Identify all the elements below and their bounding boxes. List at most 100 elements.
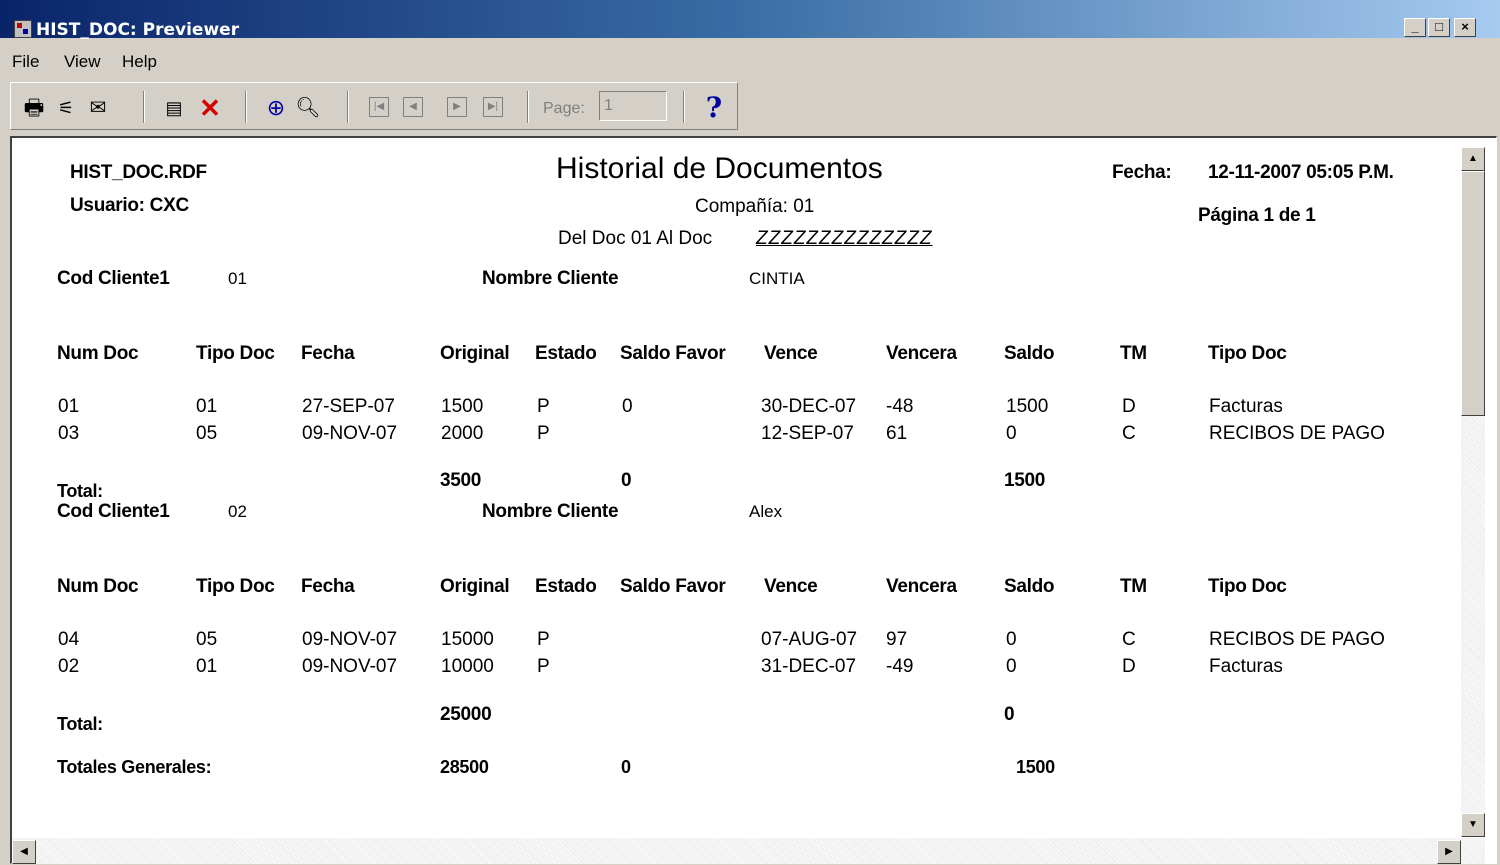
printer-icon[interactable]: 🖶	[21, 95, 47, 121]
col-fecha: Fecha	[301, 343, 355, 364]
minimize-button[interactable]: _	[1404, 18, 1426, 37]
client-name-label: Nombre Cliente	[482, 501, 619, 522]
cell-tm: C	[1122, 629, 1136, 650]
horizontal-scrollbar[interactable]	[12, 838, 1485, 864]
cell-original: 15000	[441, 629, 494, 650]
col-tipo-doc-desc: Tipo Doc	[1208, 343, 1287, 364]
close-window-button[interactable]: ×	[1454, 18, 1476, 37]
cell-saldo: 0	[1006, 629, 1017, 650]
col-tipo-doc: Tipo Doc	[196, 576, 275, 597]
toolbar-separator	[245, 91, 247, 123]
toolbar-separator	[347, 91, 349, 123]
total-saldo-favor: 0	[621, 470, 632, 491]
first-page-icon[interactable]: |◀	[369, 97, 389, 117]
col-tm: TM	[1120, 576, 1147, 597]
col-saldo-favor: Saldo Favor	[620, 576, 726, 597]
client-name-label: Nombre Cliente	[482, 268, 619, 289]
help-question-icon[interactable]: ?	[701, 94, 727, 122]
col-num-doc: Num Doc	[57, 576, 139, 597]
cell-tipo-desc: Facturas	[1209, 656, 1283, 677]
cell-tm: D	[1122, 656, 1136, 677]
cell-fecha: 27-SEP-07	[302, 396, 395, 417]
report-page-count: Página 1 de 1	[1198, 205, 1316, 226]
print-setup-icon[interactable]: ⚟	[53, 95, 79, 121]
menu-help[interactable]: Help	[122, 52, 157, 72]
cell-tipo-doc: 05	[196, 423, 218, 444]
mail-icon[interactable]: ✉	[85, 95, 111, 121]
report-range-end: ZZZZZZZZZZZZZZ	[756, 228, 933, 249]
cell-vencera: 61	[886, 423, 908, 444]
cell-vence: 12-SEP-07	[761, 423, 854, 444]
col-vence: Vence	[764, 576, 818, 597]
cell-tipo-doc: 01	[196, 396, 218, 417]
scroll-left-icon[interactable]: ◀	[12, 840, 36, 864]
cell-original: 2000	[441, 423, 484, 444]
cell-original: 1500	[441, 396, 484, 417]
col-tipo-doc: Tipo Doc	[196, 343, 275, 364]
col-vence: Vence	[764, 343, 818, 364]
vertical-scroll-thumb[interactable]	[1461, 171, 1485, 416]
cell-estado: P	[537, 656, 550, 677]
cell-estado: P	[537, 423, 550, 444]
report-range-prefix: Del Doc 01 Al Doc	[558, 228, 713, 249]
total-label: Total:	[57, 714, 103, 734]
grand-total-saldo-favor: 0	[621, 757, 631, 777]
col-tipo-doc-desc: Tipo Doc	[1208, 576, 1287, 597]
cell-vencera: -48	[886, 396, 914, 417]
page-number-input[interactable]	[599, 91, 667, 121]
scroll-right-icon[interactable]: ▶	[1437, 840, 1461, 864]
cell-original: 10000	[441, 656, 494, 677]
next-page-icon[interactable]: ▶	[447, 97, 467, 117]
client-code-value: 01	[228, 269, 247, 288]
grand-total-saldo: 1500	[1016, 757, 1055, 777]
cell-tipo-doc: 05	[196, 629, 218, 650]
scroll-down-icon[interactable]: ▼	[1461, 813, 1485, 837]
cell-saldo: 1500	[1006, 396, 1049, 417]
report-date-label: Fecha:	[1112, 162, 1172, 183]
total-original: 25000	[440, 704, 492, 725]
title-bar: HIST_DOC: Previewer _ □ ×	[0, 0, 1500, 40]
close-red-x-icon[interactable]: ✕	[197, 95, 223, 121]
cell-tipo-desc: RECIBOS DE PAGO	[1209, 629, 1385, 650]
report-date-value: 12-11-2007 05:05 P.M.	[1208, 162, 1394, 183]
zoom-in-icon[interactable]: ⊕	[263, 95, 289, 121]
cell-tm: D	[1122, 396, 1136, 417]
cell-vencera: 97	[886, 629, 908, 650]
cell-num-doc: 03	[58, 423, 80, 444]
client-code-value: 02	[228, 502, 247, 521]
cell-fecha: 09-NOV-07	[302, 656, 398, 677]
cell-tm: C	[1122, 423, 1136, 444]
toolbar-separator	[683, 91, 685, 123]
col-original: Original	[440, 343, 510, 364]
zoom-out-icon[interactable]: 🔍︎	[295, 95, 321, 121]
cell-vence: 07-AUG-07	[761, 629, 858, 650]
client-name-value: Alex	[749, 502, 783, 521]
total-saldo: 0	[1004, 704, 1015, 725]
new-window-icon[interactable]: ▤	[161, 95, 187, 121]
col-estado: Estado	[535, 576, 597, 597]
cell-vencera: -49	[886, 656, 914, 677]
menu-view[interactable]: View	[64, 52, 101, 72]
previous-page-icon[interactable]: ◀	[403, 97, 423, 117]
col-vencera: Vencera	[886, 343, 957, 364]
cell-num-doc: 04	[58, 629, 80, 650]
report-title: Historial de Documentos	[556, 152, 883, 185]
scroll-up-icon[interactable]: ▲	[1461, 147, 1485, 171]
cell-vence: 30-DEC-07	[761, 396, 857, 417]
last-page-icon[interactable]: ▶|	[483, 97, 503, 117]
cell-saldo: 0	[1006, 656, 1017, 677]
cell-num-doc: 01	[58, 396, 80, 417]
maximize-button[interactable]: □	[1428, 18, 1450, 37]
total-saldo: 1500	[1004, 470, 1046, 491]
toolbar-separator	[143, 91, 145, 123]
cell-fecha: 09-NOV-07	[302, 423, 398, 444]
grand-total-original: 28500	[440, 757, 489, 777]
menu-bar: File View Help	[0, 44, 1500, 72]
col-saldo: Saldo	[1004, 343, 1055, 364]
client-code-label: Cod Cliente1	[57, 268, 170, 289]
report-file-name: HIST_DOC.RDF	[70, 162, 207, 183]
col-tm: TM	[1120, 343, 1147, 364]
col-vencera: Vencera	[886, 576, 957, 597]
menu-file[interactable]: File	[12, 52, 39, 72]
cell-estado: P	[537, 396, 550, 417]
